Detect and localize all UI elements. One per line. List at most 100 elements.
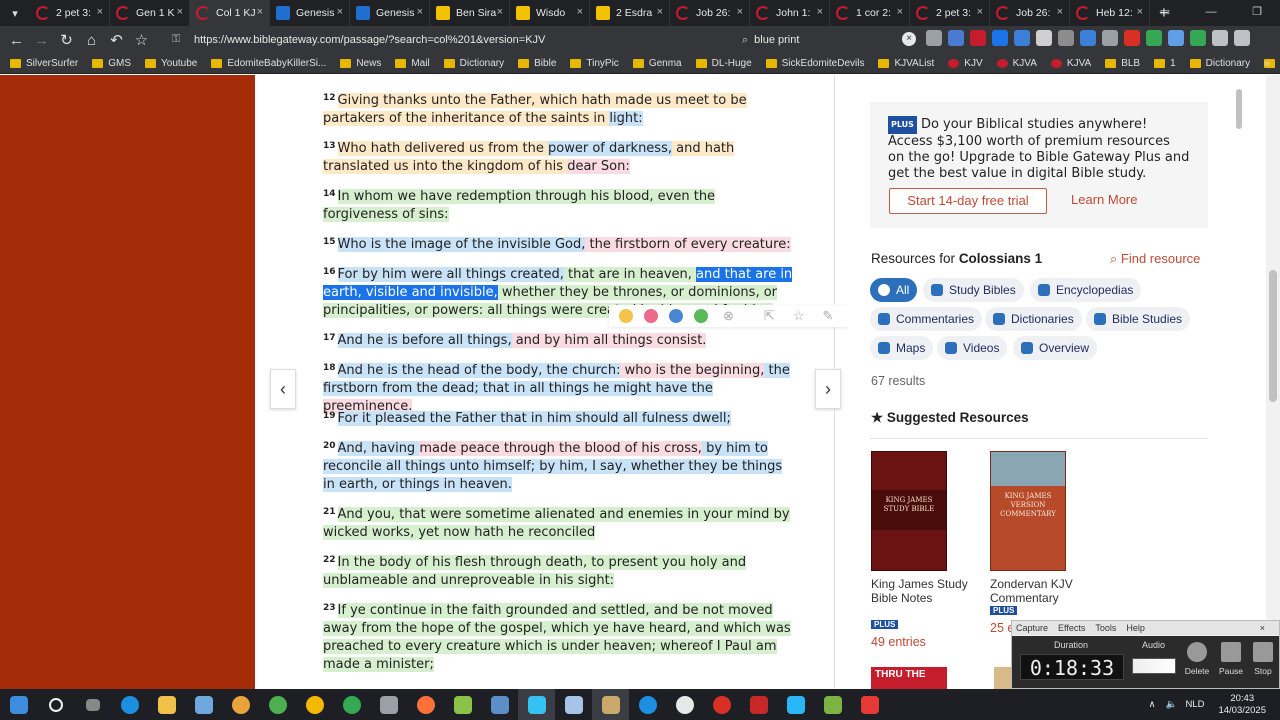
reload-button[interactable]: ↻ [54, 26, 79, 54]
close-tab-icon[interactable]: × [1057, 6, 1063, 18]
book-cover-kjv-study-bible[interactable]: KING JAMES STUDY BIBLE [871, 451, 947, 571]
taskbar-app[interactable] [555, 689, 592, 720]
filter-chip-commentaries[interactable]: Commentaries [870, 307, 983, 331]
taskbar-app[interactable] [296, 689, 333, 720]
verse-17[interactable]: 17 And he is before all things, and by hi… [323, 329, 793, 350]
taskbar-app[interactable] [148, 689, 185, 720]
pause-button[interactable]: Pause [1216, 640, 1246, 676]
tab-item[interactable]: Job 26: × [670, 0, 750, 26]
close-tab-icon[interactable]: × [337, 6, 343, 18]
menu-icon[interactable] [1234, 30, 1250, 46]
back-button[interactable]: ← [4, 26, 29, 54]
bookmark-item[interactable]: Mail [395, 58, 430, 69]
recorder-menu-tools[interactable]: Tools [1095, 621, 1116, 635]
verse-19[interactable]: 19 For it pleased the Father that in him … [323, 407, 793, 428]
taskbar-app[interactable] [851, 689, 888, 720]
pen-icon[interactable] [1168, 30, 1184, 46]
download-icon[interactable] [926, 30, 942, 46]
taskbar-app[interactable] [370, 689, 407, 720]
tab-item[interactable]: Genesis × [270, 0, 350, 26]
maximize-button[interactable]: ❐ [1234, 0, 1280, 26]
bookmark-item[interactable]: TinyPic [570, 58, 619, 69]
taskbar-app[interactable] [259, 689, 296, 720]
remove-highlight-icon[interactable]: ⊗ [723, 308, 734, 324]
translate-icon[interactable] [992, 30, 1008, 46]
tab-item[interactable]: Heb 12: × [1070, 0, 1150, 26]
note-edit-icon[interactable]: ✎ [822, 308, 833, 324]
book-entries-link[interactable]: 49 entries [871, 635, 926, 649]
bookmark-item[interactable]: BLB [1105, 58, 1140, 69]
recorder-menu-capture[interactable]: Capture [1016, 621, 1048, 635]
start-button[interactable] [0, 689, 37, 720]
stop-button[interactable]: Stop [1248, 640, 1278, 676]
taskbar-app[interactable] [222, 689, 259, 720]
tab-item[interactable]: 2 pet 3: × [30, 0, 110, 26]
tab-item[interactable]: 2 pet 3: × [910, 0, 990, 26]
filter-chip-maps[interactable]: Maps [870, 336, 934, 360]
volume-icon[interactable]: 🔈 [1166, 699, 1178, 710]
bookmark-item[interactable]: EdomiteBabyKillerSi... [211, 58, 326, 69]
search-box[interactable]: ⌕ blue print × [742, 30, 918, 50]
learn-more-link[interactable]: Learn More [1071, 192, 1137, 207]
shield-icon[interactable] [1146, 30, 1162, 46]
highlight-green-button[interactable] [694, 309, 708, 323]
taskbar-app[interactable] [666, 689, 703, 720]
taskbar-app[interactable] [333, 689, 370, 720]
filter-chip-all[interactable]: All [870, 278, 918, 302]
tab-item[interactable]: Job 26: × [990, 0, 1070, 26]
close-tab-icon[interactable]: × [577, 6, 583, 18]
sync-icon[interactable] [1080, 30, 1096, 46]
hidden-icons-chevron-icon[interactable]: ∧ [1149, 699, 1156, 710]
site-info-icon[interactable]: ⚿ [172, 33, 186, 47]
bookmark-item[interactable]: Dictionary [1189, 58, 1250, 69]
highlight-yellow-button[interactable] [619, 309, 633, 323]
taskbar-app[interactable] [185, 689, 222, 720]
bookmark-item[interactable]: KJVA [996, 58, 1037, 69]
previous-chapter-button[interactable]: ‹ [270, 369, 296, 409]
search-input[interactable]: blue print [754, 34, 799, 46]
favorite-star-icon[interactable]: ☆ [793, 308, 805, 324]
extension-icon[interactable] [970, 30, 986, 46]
search-button[interactable] [37, 689, 74, 720]
verse-13[interactable]: 13 Who hath delivered us from the power o… [323, 137, 793, 176]
bookmark-item[interactable]: KJVAList [878, 58, 934, 69]
taskbar-app[interactable] [629, 689, 666, 720]
taskbar-app[interactable] [111, 689, 148, 720]
taskbar-app[interactable] [592, 689, 629, 720]
extension-icon[interactable] [948, 30, 964, 46]
highlight-blue-button[interactable] [669, 309, 683, 323]
close-tab-icon[interactable]: × [897, 6, 903, 18]
clock[interactable]: 20:43 14/03/2025 [1218, 693, 1266, 717]
bookmark-item[interactable]: Bible [518, 58, 556, 69]
tab-item[interactable]: 2 Esdra × [590, 0, 670, 26]
bookmark-item[interactable]: GMS [92, 58, 131, 69]
verse-12[interactable]: 12 Giving thanks unto the Father, which h… [323, 89, 793, 128]
share-icon[interactable]: ⇱ [764, 308, 775, 324]
extension-icon[interactable] [1102, 30, 1118, 46]
puzzle-icon[interactable] [1212, 30, 1228, 46]
taskbar-app[interactable] [814, 689, 851, 720]
book-title[interactable]: King James Study Bible Notes [871, 577, 981, 605]
filter-chip-dictionaries[interactable]: Dictionaries [985, 307, 1082, 331]
close-tab-icon[interactable]: × [737, 6, 743, 18]
bookmark-item[interactable]: News [340, 58, 381, 69]
forward-button[interactable]: → [29, 26, 54, 54]
bookmark-item[interactable]: KJV [948, 58, 983, 69]
taskbar-app[interactable] [777, 689, 814, 720]
filter-chip-encyclopedias[interactable]: Encyclopedias [1030, 278, 1142, 302]
close-tab-icon[interactable]: × [177, 6, 183, 18]
filter-chip-bible-studies[interactable]: Bible Studies [1086, 307, 1191, 331]
close-tab-icon[interactable]: × [977, 6, 983, 18]
tab-search-button[interactable]: ▾ [0, 0, 30, 26]
verse-22[interactable]: 22 In the body of his flesh through death… [323, 551, 793, 590]
taskbar-app[interactable] [444, 689, 481, 720]
taskbar-app[interactable] [740, 689, 777, 720]
bookmark-star-icon[interactable]: ☆ [129, 26, 154, 54]
tab-item[interactable]: 1 cor 2: × [830, 0, 910, 26]
tab-item[interactable]: John 1: × [750, 0, 830, 26]
tab-item[interactable]: Col 1 KJ × [190, 0, 270, 26]
bookmark-item[interactable]: KJVA [1050, 58, 1091, 69]
book-cover-thru-the-bible[interactable]: THRU THE [871, 667, 947, 689]
recorder-menu-help[interactable]: Help [1126, 621, 1145, 635]
address-bar[interactable]: ⚿ https://www.biblegateway.com/passage/?… [172, 30, 734, 50]
